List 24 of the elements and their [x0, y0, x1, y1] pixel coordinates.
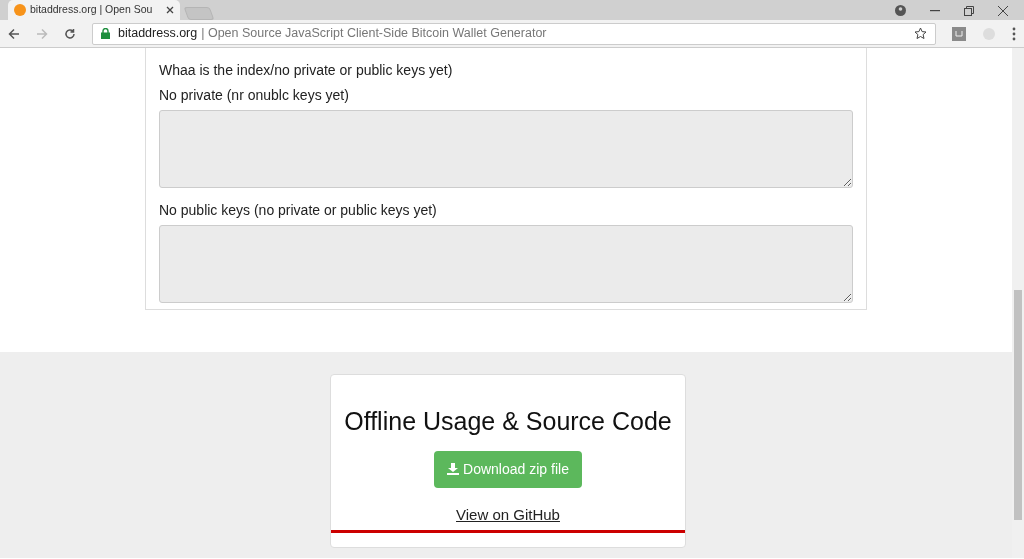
bitcoin-favicon-icon	[14, 4, 26, 16]
close-icon[interactable]	[166, 6, 174, 14]
address-bar[interactable]: bitaddress.org | Open Source JavaScript Client-Side Bitcoin Wallet Generator	[92, 22, 936, 45]
menu-icon[interactable]	[1012, 26, 1016, 41]
reload-icon[interactable]	[64, 27, 76, 40]
extension-icon[interactable]	[952, 26, 966, 41]
scrollbar-thumb[interactable]	[1014, 290, 1022, 520]
page-title: | Open Source JavaScript Client-Side Bitcoin Wallet Generator	[201, 25, 547, 43]
download-icon	[447, 463, 460, 475]
card-title: Offline Usage & Source Code	[344, 406, 672, 437]
field-label: No private (nr onublc keys yet)	[159, 86, 350, 105]
profile-icon[interactable]	[895, 5, 906, 16]
browser-tab[interactable]: bitaddress.org | Open Sou	[8, 0, 180, 20]
restore-icon[interactable]	[964, 5, 974, 16]
minimize-icon[interactable]	[930, 9, 940, 12]
url-domain: bitaddress.org	[118, 25, 198, 43]
scrollbar[interactable]	[1012, 48, 1024, 558]
close-icon[interactable]	[998, 5, 1008, 16]
bookmark-star-icon[interactable]	[914, 27, 927, 40]
field-label: No public keys (no private or public keys yet)	[159, 201, 438, 220]
back-icon[interactable]	[8, 27, 20, 40]
github-link[interactable]: View on GitHub	[456, 503, 560, 526]
panel-heading: Whaa is the index/no private or public keys yet)	[159, 61, 454, 80]
lock-icon	[101, 28, 110, 39]
